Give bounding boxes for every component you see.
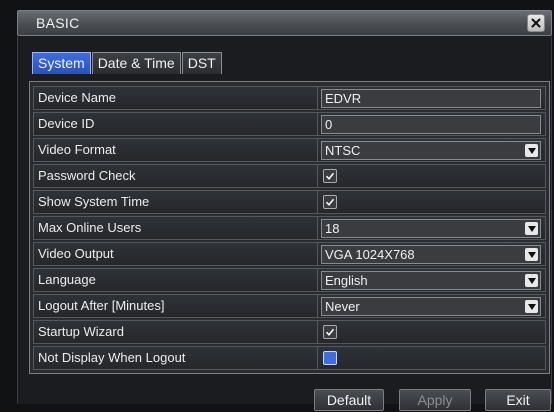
chevron-down-icon[interactable] [525, 248, 538, 261]
chevron-down-icon[interactable] [525, 274, 538, 287]
setting-value: Never [318, 294, 546, 318]
setting-value [318, 164, 546, 188]
setting-value: NTSC [318, 138, 546, 162]
tab-dst[interactable]: DST [181, 52, 222, 74]
setting-label: Video Output [33, 242, 318, 266]
setting-row-startup-wizard: Startup Wizard [33, 320, 546, 344]
tab-bar: System Date & Time DST [32, 52, 223, 74]
default-button[interactable]: Default [314, 389, 384, 411]
video-format-select[interactable]: NTSC [321, 141, 541, 160]
select-value: VGA 1024X768 [325, 247, 415, 262]
setting-label: Startup Wizard [33, 320, 318, 344]
device-id-input[interactable]: 0 [321, 115, 541, 134]
dialog-titlebar: BASIC [17, 10, 552, 36]
dialog-title: BASIC [36, 15, 80, 31]
setting-value: 0 [318, 112, 546, 136]
setting-row-max-online-users: Max Online Users 18 [33, 216, 546, 240]
apply-button[interactable]: Apply [399, 389, 471, 411]
select-value: 18 [325, 221, 340, 236]
setting-value: VGA 1024X768 [318, 242, 546, 266]
setting-label: Show System Time [33, 190, 318, 214]
setting-row-language: Language English [33, 268, 546, 292]
setting-label: Logout After [Minutes] [33, 294, 318, 318]
chevron-down-icon[interactable] [525, 300, 538, 313]
setting-row-password-check: Password Check [33, 164, 546, 188]
setting-row-not-display-when-logout: Not Display When Logout [33, 346, 546, 370]
checkmark-icon [325, 198, 335, 207]
setting-row-show-system-time: Show System Time [33, 190, 546, 214]
setting-value [318, 190, 546, 214]
setting-label: Not Display When Logout [33, 346, 318, 370]
setting-value [318, 346, 546, 370]
setting-row-device-name: Device Name EDVR [33, 86, 546, 110]
setting-label: Language [33, 268, 318, 292]
setting-row-device-id: Device ID 0 [33, 112, 546, 136]
select-value: NTSC [325, 143, 361, 158]
setting-label: Video Format [33, 138, 318, 162]
not-display-when-logout-checkbox[interactable] [323, 351, 337, 365]
language-select[interactable]: English [321, 271, 541, 290]
tab-date-time[interactable]: Date & Time [91, 52, 181, 74]
setting-label: Password Check [33, 164, 318, 188]
setting-value [318, 320, 546, 344]
setting-value: EDVR [318, 86, 546, 110]
setting-row-video-output: Video Output VGA 1024X768 [33, 242, 546, 266]
settings-panel: Device Name EDVR Device ID 0 Video Forma… [29, 81, 550, 374]
setting-label: Max Online Users [33, 216, 318, 240]
checkmark-icon [325, 172, 335, 181]
exit-button[interactable]: Exit [485, 389, 551, 411]
select-value: Never [325, 299, 360, 314]
startup-wizard-checkbox[interactable] [323, 325, 337, 339]
device-name-input[interactable]: EDVR [321, 89, 541, 108]
password-check-checkbox[interactable] [323, 169, 337, 183]
checkmark-icon [325, 328, 335, 337]
setting-row-video-format: Video Format NTSC [33, 138, 546, 162]
setting-value: 18 [318, 216, 546, 240]
chevron-down-icon[interactable] [525, 222, 538, 235]
setting-label: Device ID [33, 112, 318, 136]
close-icon [531, 18, 541, 28]
close-button[interactable] [527, 14, 545, 32]
tab-system[interactable]: System [32, 52, 91, 74]
select-value: English [325, 273, 368, 288]
chevron-down-icon[interactable] [525, 144, 538, 157]
logout-after-select[interactable]: Never [321, 297, 541, 316]
max-online-users-select[interactable]: 18 [321, 219, 541, 238]
setting-label: Device Name [33, 86, 318, 110]
setting-row-logout-after: Logout After [Minutes] Never [33, 294, 546, 318]
setting-value: English [318, 268, 546, 292]
show-system-time-checkbox[interactable] [323, 195, 337, 209]
video-output-select[interactable]: VGA 1024X768 [321, 245, 541, 264]
